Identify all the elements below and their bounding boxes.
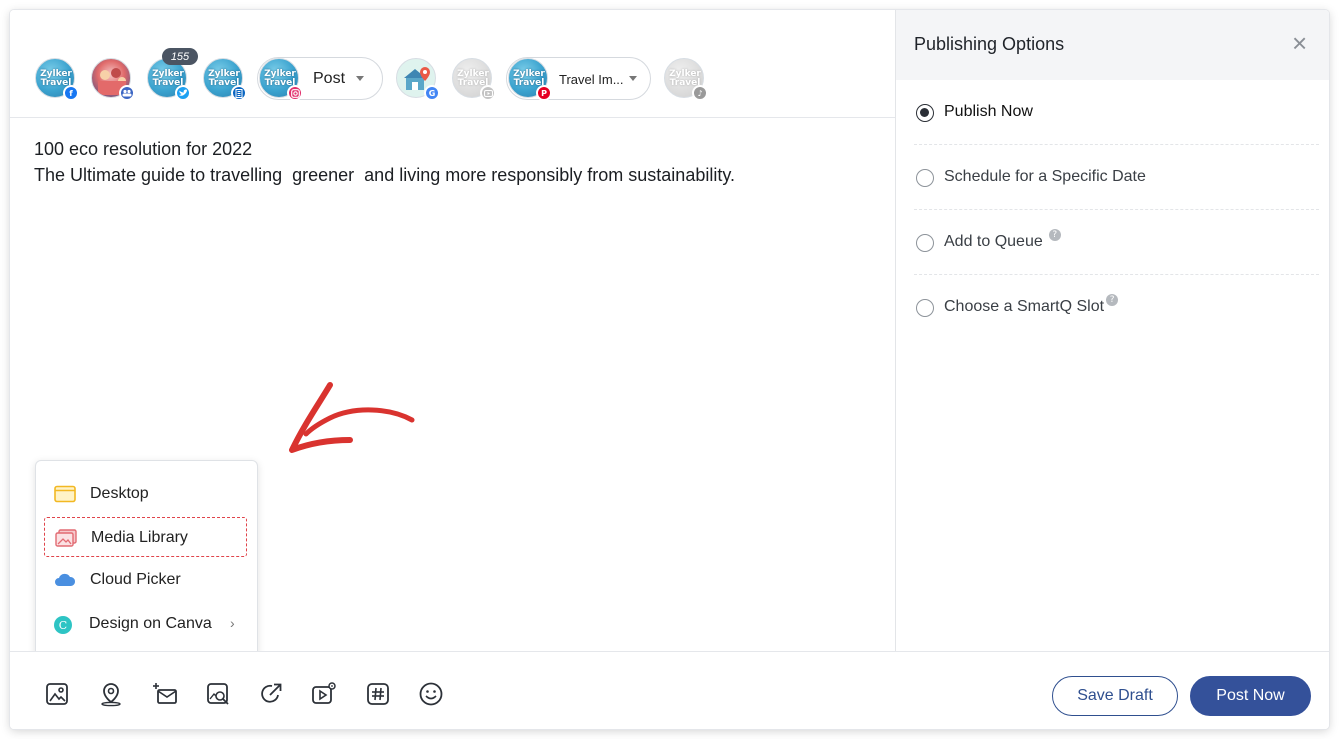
annotation-arrow-icon — [289, 382, 415, 453]
menu-item-media-library[interactable]: Media Library — [44, 517, 247, 557]
twitter-icon — [175, 85, 191, 101]
account-zylker-facebook[interactable]: Zylker Travel f — [35, 58, 79, 101]
chevron-down-icon — [356, 76, 364, 81]
pinterest-icon: P — [536, 85, 552, 101]
close-icon[interactable]: × — [1292, 30, 1307, 56]
add-email-icon[interactable] — [152, 681, 178, 707]
post-now-button[interactable]: Post Now — [1190, 676, 1311, 716]
share-link-icon[interactable] — [258, 681, 284, 707]
facebook-icon: f — [63, 85, 79, 101]
menu-item-label: Media Library — [91, 529, 188, 546]
composer: Zylker Travel f 155 Zylker Travel Zylker… — [10, 10, 895, 729]
panel-header: Publishing Options × — [896, 10, 1329, 80]
option-add-to-queue[interactable]: Add to Queue? — [914, 210, 1319, 275]
menu-item-design-on-canva[interactable]: C Design on Canva › — [44, 604, 247, 644]
composer-toolbar: Save Draft Post Now — [10, 651, 1329, 729]
radio-unselected[interactable] — [916, 299, 934, 317]
desktop-window-icon — [54, 485, 76, 503]
location-pin-icon[interactable] — [98, 681, 124, 707]
account-zylker-instagram[interactable]: Zylker Travel — [259, 58, 303, 101]
menu-item-label: Cloud Picker — [90, 571, 181, 588]
tiktok-icon: ♪ — [692, 85, 708, 101]
radio-selected[interactable] — [916, 104, 934, 122]
option-label-wrap: Add to Queue? — [944, 229, 1061, 251]
canva-icon: C — [54, 616, 72, 634]
save-draft-button[interactable]: Save Draft — [1052, 676, 1178, 716]
media-source-menu: Desktop Media Library Cloud Picker C Des… — [35, 460, 258, 658]
board-label: Travel Im... — [559, 72, 624, 87]
video-settings-icon[interactable] — [311, 681, 337, 707]
option-label: Choose a SmartQ Slot — [944, 298, 1105, 315]
help-icon[interactable]: ? — [1048, 229, 1061, 241]
post-content-editor[interactable]: 100 eco resolution for 2022 The Ultimate… — [34, 136, 735, 188]
option-label: Schedule for a Specific Date — [944, 168, 1146, 185]
post-text-line: The Ultimate guide to travelling greener… — [34, 165, 735, 185]
instagram-icon — [287, 85, 303, 101]
chevron-down-icon — [629, 76, 637, 81]
account-zylker-pinterest[interactable]: Zylker Travel P — [508, 58, 552, 101]
option-publish-now[interactable]: Publish Now — [914, 80, 1319, 145]
account-facebook-group[interactable] — [91, 58, 135, 101]
panel-title: Publishing Options — [914, 34, 1065, 54]
post-type-label: Post — [313, 70, 346, 87]
help-icon[interactable]: ? — [1106, 294, 1119, 306]
accounts-bar: Zylker Travel f 155 Zylker Travel Zylker… — [10, 10, 895, 118]
chevron-right-icon: › — [230, 615, 235, 631]
youtube-icon — [480, 85, 496, 101]
image-search-icon[interactable] — [205, 681, 231, 707]
menu-item-desktop[interactable]: Desktop — [44, 474, 247, 514]
publishing-options-panel: Publishing Options × Publish Now Schedul… — [895, 10, 1329, 651]
option-label-wrap: Choose a SmartQ Slot? — [944, 294, 1119, 316]
radio-unselected[interactable] — [916, 234, 934, 252]
company-page-icon — [231, 85, 247, 101]
cloud-icon — [55, 573, 76, 586]
media-library-icon — [55, 529, 77, 547]
svg-text:C: C — [59, 619, 67, 632]
hashtag-icon[interactable] — [365, 681, 391, 707]
account-zylker-tiktok[interactable]: Zylker Travel ♪ — [664, 58, 708, 101]
google-icon: G — [424, 85, 440, 101]
option-schedule-specific-date[interactable]: Schedule for a Specific Date — [914, 145, 1319, 210]
option-label: Publish Now — [944, 103, 1033, 120]
account-google-business[interactable]: G — [396, 58, 440, 101]
option-label: Add to Queue — [944, 233, 1043, 250]
emoji-icon[interactable] — [418, 681, 444, 707]
option-smartq-slot[interactable]: Choose a SmartQ Slot? — [914, 275, 1319, 340]
radio-unselected[interactable] — [916, 169, 934, 187]
account-zylker-linkedin-page[interactable]: Zylker Travel — [203, 58, 247, 101]
image-attach-icon[interactable] — [44, 681, 70, 707]
menu-item-label: Design on Canva — [89, 615, 212, 632]
compose-post-dialog: Zylker Travel f 155 Zylker Travel Zylker… — [10, 10, 1329, 729]
pending-count-badge: 155 — [162, 48, 198, 65]
group-icon — [119, 85, 135, 101]
menu-item-label: Desktop — [90, 485, 149, 502]
menu-item-cloud-picker[interactable]: Cloud Picker — [44, 560, 247, 600]
post-text-line: 100 eco resolution for 2022 — [34, 139, 253, 159]
account-zylker-youtube[interactable]: Zylker Travel — [452, 58, 496, 101]
